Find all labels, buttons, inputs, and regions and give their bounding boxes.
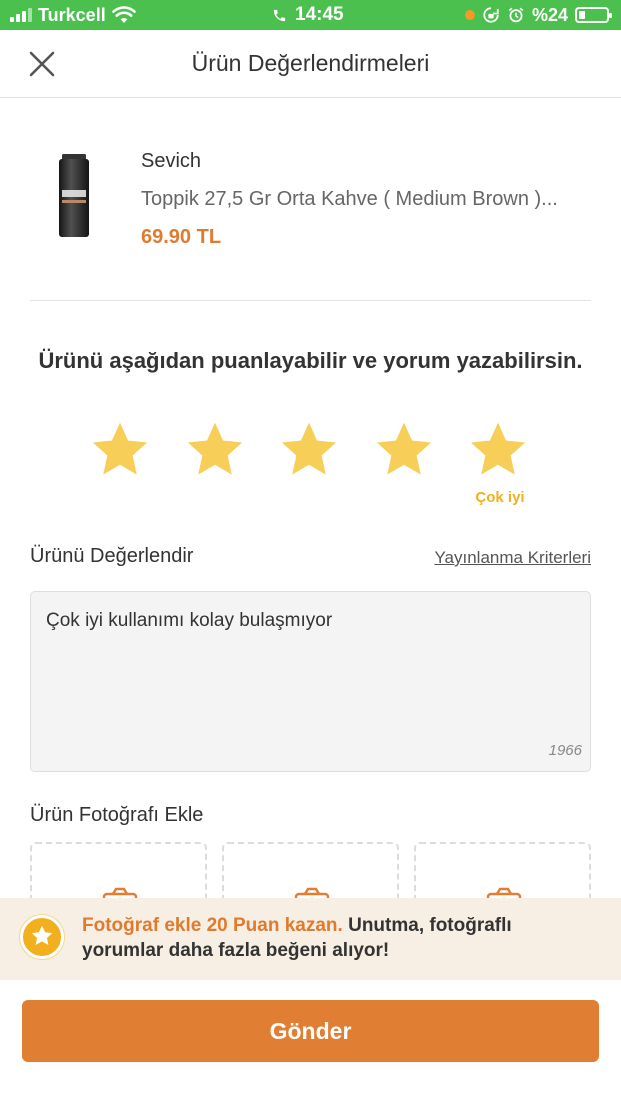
star-1-icon[interactable] (88, 418, 152, 480)
rating-label: Çok iyi (475, 489, 525, 506)
battery-icon (575, 7, 612, 23)
review-section-title: Ürünü Değerlendir (30, 545, 194, 567)
star-2-icon[interactable] (183, 418, 247, 480)
privacy-dot-icon (464, 10, 475, 20)
signal-icon (10, 8, 32, 22)
product-name: Toppik 27,5 Gr Orta Kahve ( Medium Brown… (141, 188, 558, 210)
wifi-icon (111, 6, 136, 23)
star-rating[interactable] (88, 418, 536, 482)
status-bar: Turkcell 14:45 %24 (0, 0, 621, 30)
alarm-icon (508, 7, 524, 23)
status-time: 14:45 (295, 4, 344, 25)
status-left: Turkcell (10, 5, 136, 25)
phone-icon (273, 9, 286, 21)
star-badge-icon (20, 915, 64, 959)
divider (30, 300, 591, 301)
status-center: 14:45 (272, 4, 344, 26)
submit-button[interactable]: Gönder (22, 1000, 599, 1062)
status-right: %24 (464, 4, 612, 26)
banner-text: Fotoğraf ekle 20 Puan kazan. Unutma, fot… (82, 913, 592, 963)
publishing-criteria-link[interactable]: Yayınlanma Kriterleri (434, 548, 591, 568)
rotation-lock-icon (483, 7, 499, 23)
product-brand: Sevich (141, 150, 202, 172)
photo-section-title: Ürün Fotoğrafı Ekle (30, 804, 204, 826)
product-price: 69.90 TL (141, 226, 222, 248)
review-textarea[interactable]: Çok iyi kullanımı kolay bulaşmıyor 1966 (30, 591, 591, 772)
product-image (52, 152, 92, 240)
photo-points-banner: Fotoğraf ekle 20 Puan kazan. Unutma, fot… (0, 898, 621, 980)
star-3-icon[interactable] (277, 418, 341, 480)
star-5-icon[interactable] (466, 418, 530, 480)
star-4-icon[interactable] (372, 418, 436, 480)
carrier-name: Turkcell (38, 4, 106, 25)
char-counter: 1966 (548, 742, 582, 759)
rating-prompt: Ürünü aşağıdan puanlayabilir ve yorum ya… (38, 348, 583, 373)
banner-highlight: Fotoğraf ekle 20 Puan kazan. (82, 915, 343, 936)
header: Ürün Değerlendirmeleri (0, 30, 621, 98)
review-text: Çok iyi kullanımı kolay bulaşmıyor (46, 610, 333, 631)
battery-percent: %24 (531, 4, 568, 25)
page-title: Ürün Değerlendirmeleri (191, 50, 430, 76)
